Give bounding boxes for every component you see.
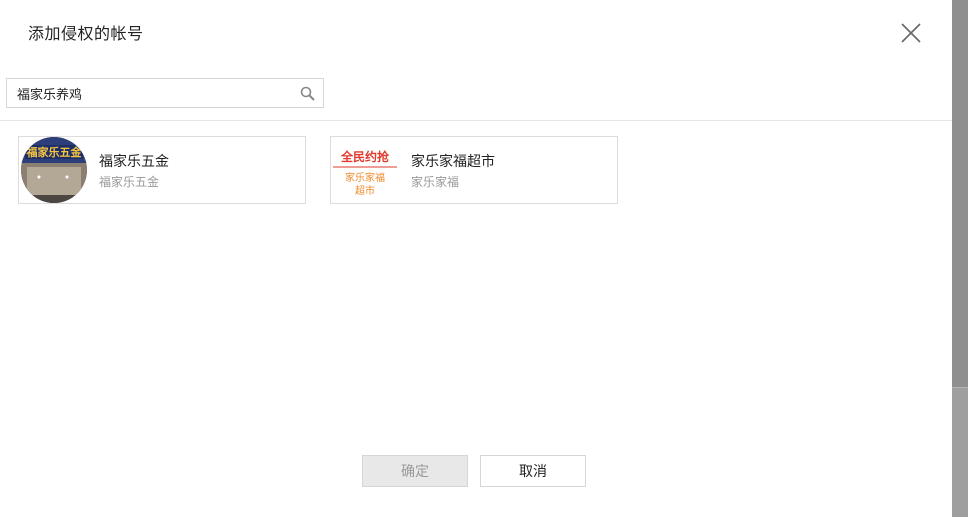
scrollbar-thumb[interactable]	[952, 0, 968, 387]
background-overlay-edge	[952, 0, 968, 517]
result-card[interactable]: 福家乐五金 福家乐五金 福家乐五金	[18, 136, 306, 204]
cancel-button[interactable]: 取消	[480, 455, 586, 487]
scrollbar-track[interactable]	[952, 387, 968, 517]
account-subtitle: 家乐家福	[411, 175, 460, 189]
result-card[interactable]: 全民约抢 家乐家福 超市 家乐家福超市 家乐家福	[330, 136, 618, 204]
svg-text:福家乐五金: 福家乐五金	[26, 145, 83, 159]
account-name: 福家乐五金	[99, 154, 169, 170]
account-subtitle: 福家乐五金	[99, 175, 160, 189]
search-icon[interactable]	[300, 86, 315, 101]
avatar-slogan: 全民约抢	[340, 149, 390, 164]
search-input[interactable]	[7, 79, 307, 107]
avatar: 福家乐五金	[21, 137, 87, 203]
avatar-store: 超市	[355, 184, 375, 197]
divider	[0, 120, 952, 121]
add-infringing-account-dialog: 添加侵权的帐号 福家乐五金	[0, 0, 952, 516]
close-icon[interactable]	[898, 20, 924, 46]
dialog-title: 添加侵权的帐号	[28, 24, 144, 43]
avatar-brand: 家乐家福	[345, 171, 385, 184]
avatar: 全民约抢 家乐家福 超市	[331, 137, 399, 203]
account-name: 家乐家福超市	[411, 154, 495, 170]
confirm-button[interactable]: 确定	[362, 455, 468, 487]
search-box	[6, 78, 324, 108]
